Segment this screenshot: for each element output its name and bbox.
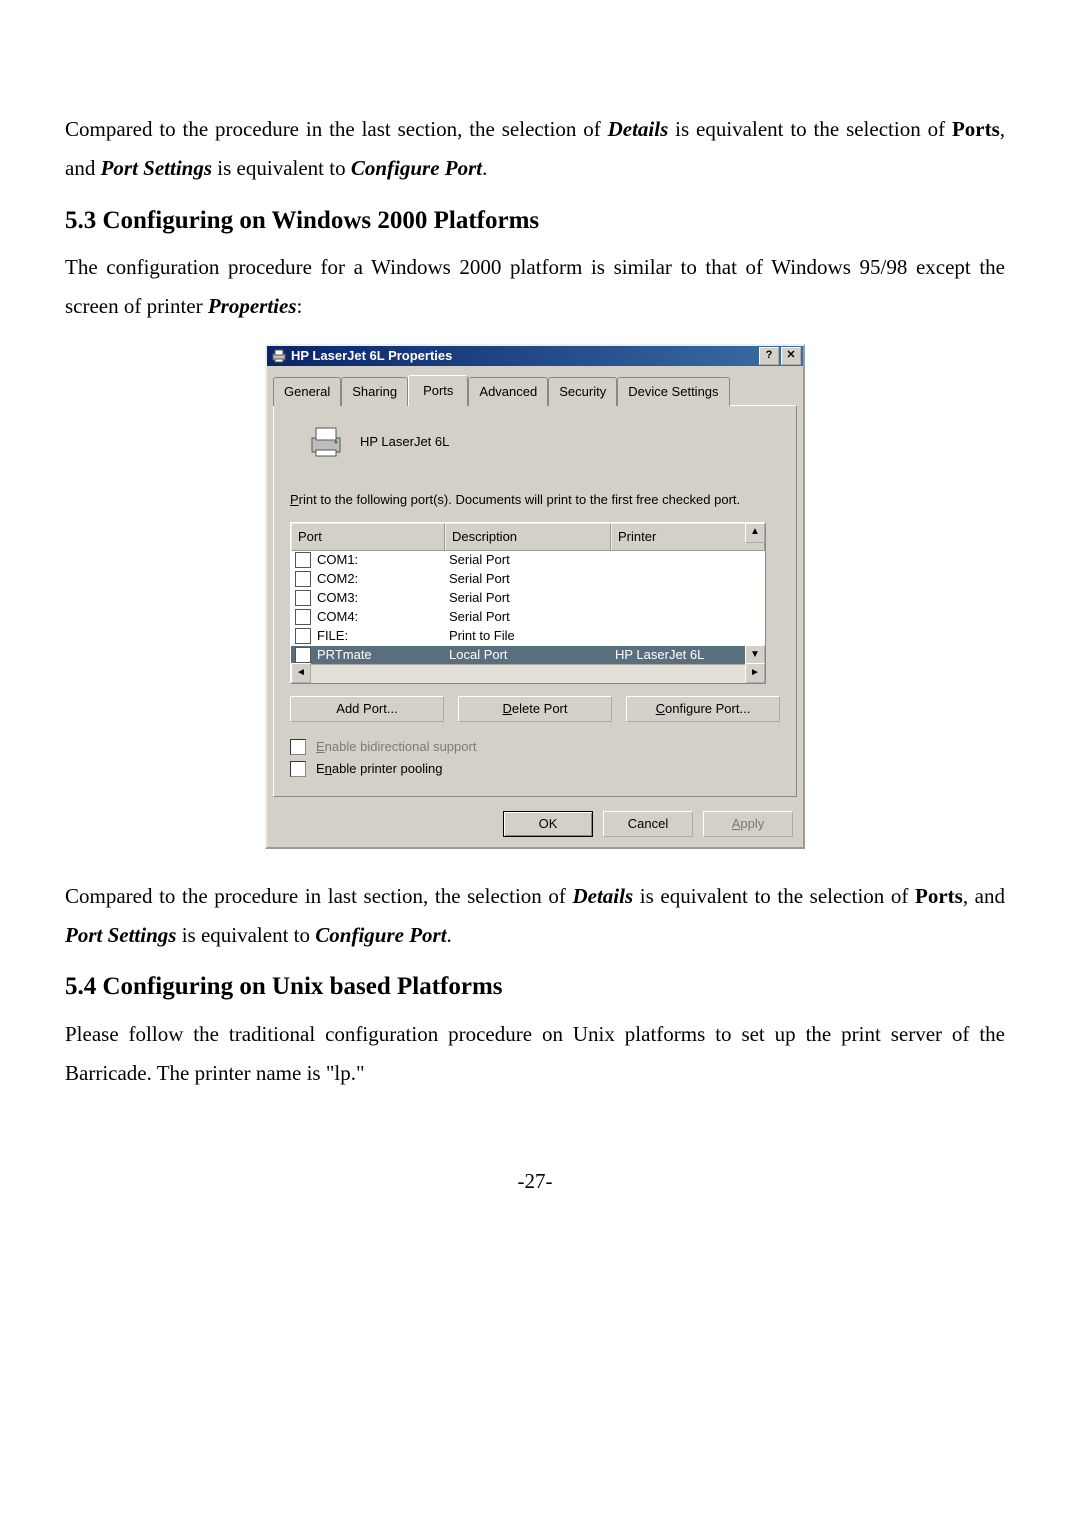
text-port-settings: Port Settings xyxy=(101,156,212,180)
tab-body-ports: HP LaserJet 6L Print to the following po… xyxy=(273,405,797,797)
text-ports: Ports xyxy=(952,117,1000,141)
hscroll-track[interactable] xyxy=(309,664,747,683)
properties-dialog: HP LaserJet 6L Properties ? ✕ General Sh… xyxy=(265,344,805,849)
label: nable bidirectional support xyxy=(325,739,477,754)
label: onfigure Port... xyxy=(665,701,750,716)
label: Add Port... xyxy=(336,701,397,716)
text-configure-port: Configure Port xyxy=(351,156,482,180)
printer-icon xyxy=(306,424,346,460)
text: rint to the following port(s). Documents… xyxy=(299,492,740,507)
checkbox-icon[interactable] xyxy=(290,739,306,755)
ports-rows: COM1: Serial Port COM2: Serial Port xyxy=(291,551,765,665)
text: is equivalent to the selection of xyxy=(668,117,952,141)
text-details: Details xyxy=(572,884,633,908)
text: is equivalent to the selection of xyxy=(633,884,915,908)
scroll-down-button[interactable]: ▼ xyxy=(745,645,765,665)
text: is equivalent to xyxy=(212,156,351,180)
text: is equivalent to xyxy=(176,923,315,947)
page: Compared to the procedure in the last se… xyxy=(0,0,1080,1261)
label: elete Port xyxy=(512,701,568,716)
tab-general[interactable]: General xyxy=(273,377,341,406)
paragraph-4: Please follow the traditional configurat… xyxy=(65,1015,1005,1093)
text-details: Details xyxy=(608,117,669,141)
ok-button[interactable]: OK xyxy=(503,811,593,837)
tab-device-settings[interactable]: Device Settings xyxy=(617,377,729,406)
port-checkbox[interactable] xyxy=(295,571,311,587)
text: : xyxy=(297,294,303,318)
port-row-selected[interactable]: ✓ PRTmate Local Port HP LaserJet 6L xyxy=(291,646,765,665)
tab-security[interactable]: Security xyxy=(548,377,617,406)
add-port-button[interactable]: Add Port... xyxy=(290,696,444,722)
col-description[interactable]: Description xyxy=(445,523,611,551)
text: Compared to the procedure in the last se… xyxy=(65,117,608,141)
port-checkbox[interactable] xyxy=(295,609,311,625)
tab-ports[interactable]: Ports xyxy=(408,375,468,406)
port-checkbox[interactable] xyxy=(295,590,311,606)
text-ports: Ports xyxy=(915,884,963,908)
printer-name-label: HP LaserJet 6L xyxy=(360,430,449,454)
checkbox-icon[interactable] xyxy=(290,761,306,777)
heading-5-4: 5.4 Configuring on Unix based Platforms xyxy=(65,964,1005,1010)
scroll-right-button[interactable]: ► xyxy=(745,663,765,683)
ports-list-header: Port Description Printer xyxy=(291,523,765,551)
label: able printer pooling xyxy=(332,761,443,776)
text: . xyxy=(482,156,487,180)
delete-port-button[interactable]: Delete Port xyxy=(458,696,612,722)
col-printer[interactable]: Printer xyxy=(611,523,765,551)
page-number: -27- xyxy=(65,1162,1005,1201)
text: . xyxy=(447,923,452,947)
text: , and xyxy=(963,884,1005,908)
close-button[interactable]: ✕ xyxy=(781,347,801,365)
text-port-settings: Port Settings xyxy=(65,923,176,947)
port-checkbox-checked[interactable]: ✓ xyxy=(295,647,311,663)
text: Compared to the procedure in last sectio… xyxy=(65,884,572,908)
titlebar[interactable]: HP LaserJet 6L Properties ? ✕ xyxy=(267,346,803,366)
col-port[interactable]: Port xyxy=(291,523,445,551)
scroll-up-button[interactable]: ▲ xyxy=(745,523,765,543)
enable-bidi-checkbox[interactable]: Enable bidirectional support xyxy=(290,736,780,758)
port-checkbox[interactable] xyxy=(295,628,311,644)
tab-sharing[interactable]: Sharing xyxy=(341,377,408,406)
text-configure-port: Configure Port xyxy=(315,923,446,947)
dialog-title: HP LaserJet 6L Properties xyxy=(291,344,452,368)
paragraph-1: Compared to the procedure in the last se… xyxy=(65,110,1005,188)
text: P xyxy=(290,492,299,507)
help-button[interactable]: ? xyxy=(759,347,779,365)
scroll-left-button[interactable]: ◄ xyxy=(291,663,311,683)
ports-list[interactable]: Port Description Printer COM1: Serial Po… xyxy=(290,522,766,684)
text: The configuration procedure for a Window… xyxy=(65,255,1005,318)
text-properties: Properties xyxy=(208,294,297,318)
printer-app-icon xyxy=(271,348,287,364)
apply-button[interactable]: Apply xyxy=(703,811,793,837)
configure-port-button[interactable]: Configure Port... xyxy=(626,696,780,722)
paragraph-2: The configuration procedure for a Window… xyxy=(65,248,1005,326)
tab-advanced[interactable]: Advanced xyxy=(468,377,548,406)
port-checkbox[interactable] xyxy=(295,552,311,568)
paragraph-3: Compared to the procedure in last sectio… xyxy=(65,877,1005,955)
cancel-button[interactable]: Cancel xyxy=(603,811,693,837)
enable-pooling-checkbox[interactable]: Enable printer pooling xyxy=(290,758,780,780)
heading-5-3: 5.3 Configuring on Windows 2000 Platform… xyxy=(65,198,1005,244)
ports-instruction: Print to the following port(s). Document… xyxy=(290,488,780,512)
tab-strip: General Sharing Ports Advanced Security … xyxy=(273,374,797,405)
